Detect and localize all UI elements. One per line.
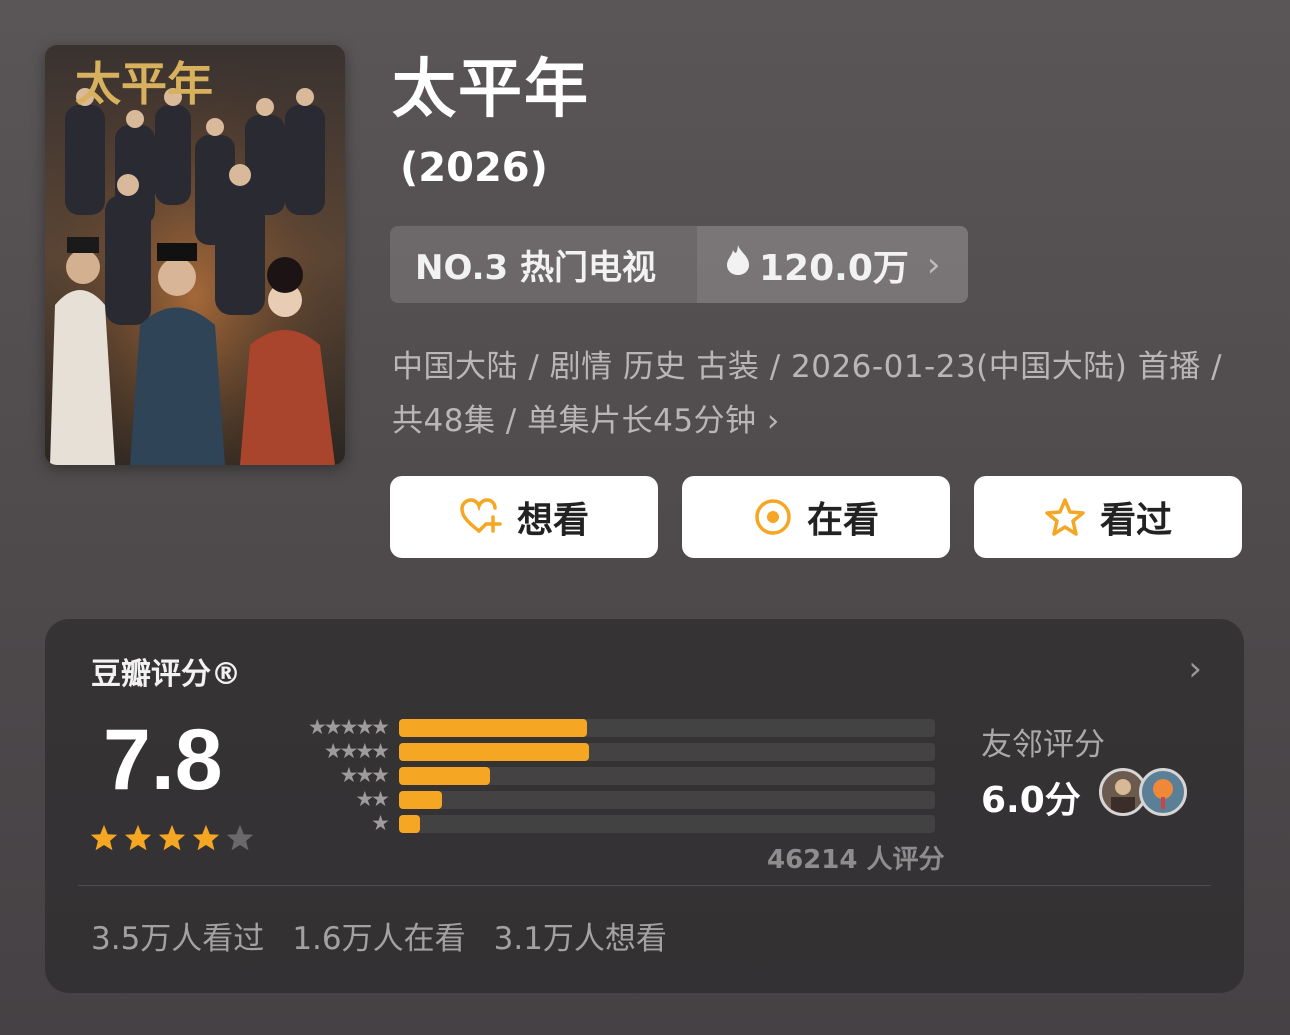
star-filled-icon — [158, 824, 186, 851]
distribution-star-label: ★★★★★ — [307, 715, 390, 739]
meta-episodes: 共48集 / 单集片长45分钟 — [392, 403, 757, 439]
poster-art: 太平年 — [45, 45, 345, 465]
chevron-right-icon: › — [926, 244, 941, 285]
chevron-right-icon[interactable]: › — [1188, 649, 1202, 689]
friends-rating-score[interactable]: 6.0分 — [981, 771, 1081, 823]
distribution-bar-track — [399, 815, 935, 833]
watching-label: 在看 — [806, 500, 879, 541]
distribution-bar-fill — [399, 719, 587, 737]
star-filled-icon — [124, 824, 152, 851]
distribution-row-4-star: ★★★★ — [277, 739, 977, 763]
want-to-watch-label: 想看 — [516, 500, 589, 541]
rank-label: NO.3 热门电视 — [415, 248, 657, 288]
distribution-row-2-star: ★★ — [277, 787, 977, 811]
distribution-row-3-star: ★★★ — [277, 763, 977, 787]
watch-stats: 3.5万人看过 1.6万人在看 3.1万人想看 — [91, 913, 667, 958]
distribution-bar-track — [399, 719, 935, 737]
divider — [78, 885, 1211, 886]
distribution-bar-fill — [399, 791, 442, 809]
rank-pill[interactable]: NO.3 热门电视 120.0万 › — [390, 226, 968, 303]
heart-plus-icon — [459, 497, 503, 537]
distribution-star-label: ★★★ — [339, 763, 390, 787]
heat-section[interactable]: 120.0万 › — [697, 226, 968, 303]
distribution-star-label: ★★ — [355, 787, 390, 811]
stat-watched[interactable]: 3.5万人看过 — [91, 913, 264, 958]
star-filled-icon — [90, 824, 118, 851]
heat-value: 120.0万 — [759, 247, 909, 289]
distribution-bar-track — [399, 767, 935, 785]
distribution-bar-fill — [399, 767, 490, 785]
meta-line-1: 中国大陆 / 剧情 历史 古装 / 2026-01-23(中国大陆) 首播 / — [392, 349, 1223, 385]
star-empty-icon — [226, 824, 254, 851]
want-to-watch-button[interactable]: 想看 — [390, 476, 658, 558]
watched-label: 看过 — [1099, 500, 1172, 541]
action-buttons: 想看 在看 看过 — [390, 476, 1242, 558]
meta-line-2: 共48集 / 单集片长45分钟 › — [392, 394, 1262, 448]
rating-stars — [89, 823, 255, 853]
distribution-star-label: ★★★★ — [323, 739, 390, 763]
star-outline-icon — [1044, 497, 1086, 537]
flame-icon — [725, 244, 751, 285]
distribution-bar-track — [399, 743, 935, 761]
poster-calligraphy: 太平年 — [75, 57, 213, 111]
distribution-bar-track — [399, 791, 935, 809]
rating-score: 7.8 — [103, 712, 223, 808]
rating-card-title: 豆瓣评分® — [91, 657, 241, 692]
target-icon — [753, 497, 793, 537]
poster-image[interactable]: 太平年 — [45, 45, 345, 465]
distribution-bar-fill — [399, 743, 589, 761]
friends-rating-label: 友邻评分 — [981, 727, 1105, 763]
stat-want[interactable]: 3.1万人想看 — [494, 913, 667, 958]
show-title: 太平年 — [392, 53, 590, 127]
chevron-right-icon: › — [766, 403, 780, 439]
distribution-row-1-star: ★ — [277, 811, 977, 835]
show-meta[interactable]: 中国大陆 / 剧情 历史 古装 / 2026-01-23(中国大陆) 首播 / … — [392, 340, 1262, 448]
rating-count: 46214 人评分 — [767, 845, 945, 875]
distribution-star-label: ★ — [371, 811, 390, 835]
distribution-row-5-star: ★★★★★ — [277, 715, 977, 739]
friend-avatars[interactable] — [1099, 768, 1189, 816]
avatar — [1139, 768, 1187, 816]
watched-button[interactable]: 看过 — [974, 476, 1242, 558]
show-year: (2026) — [400, 145, 548, 191]
star-filled-icon — [192, 824, 220, 851]
douban-rating-card[interactable]: 豆瓣评分® › 7.8 ★★★★★ ★★★★ ★★★ ★★ ★ 46214 人评分 友邻… — [45, 619, 1244, 993]
watching-button[interactable]: 在看 — [682, 476, 950, 558]
stat-watching[interactable]: 1.6万人在看 — [292, 913, 465, 958]
distribution-bar-fill — [399, 815, 420, 833]
